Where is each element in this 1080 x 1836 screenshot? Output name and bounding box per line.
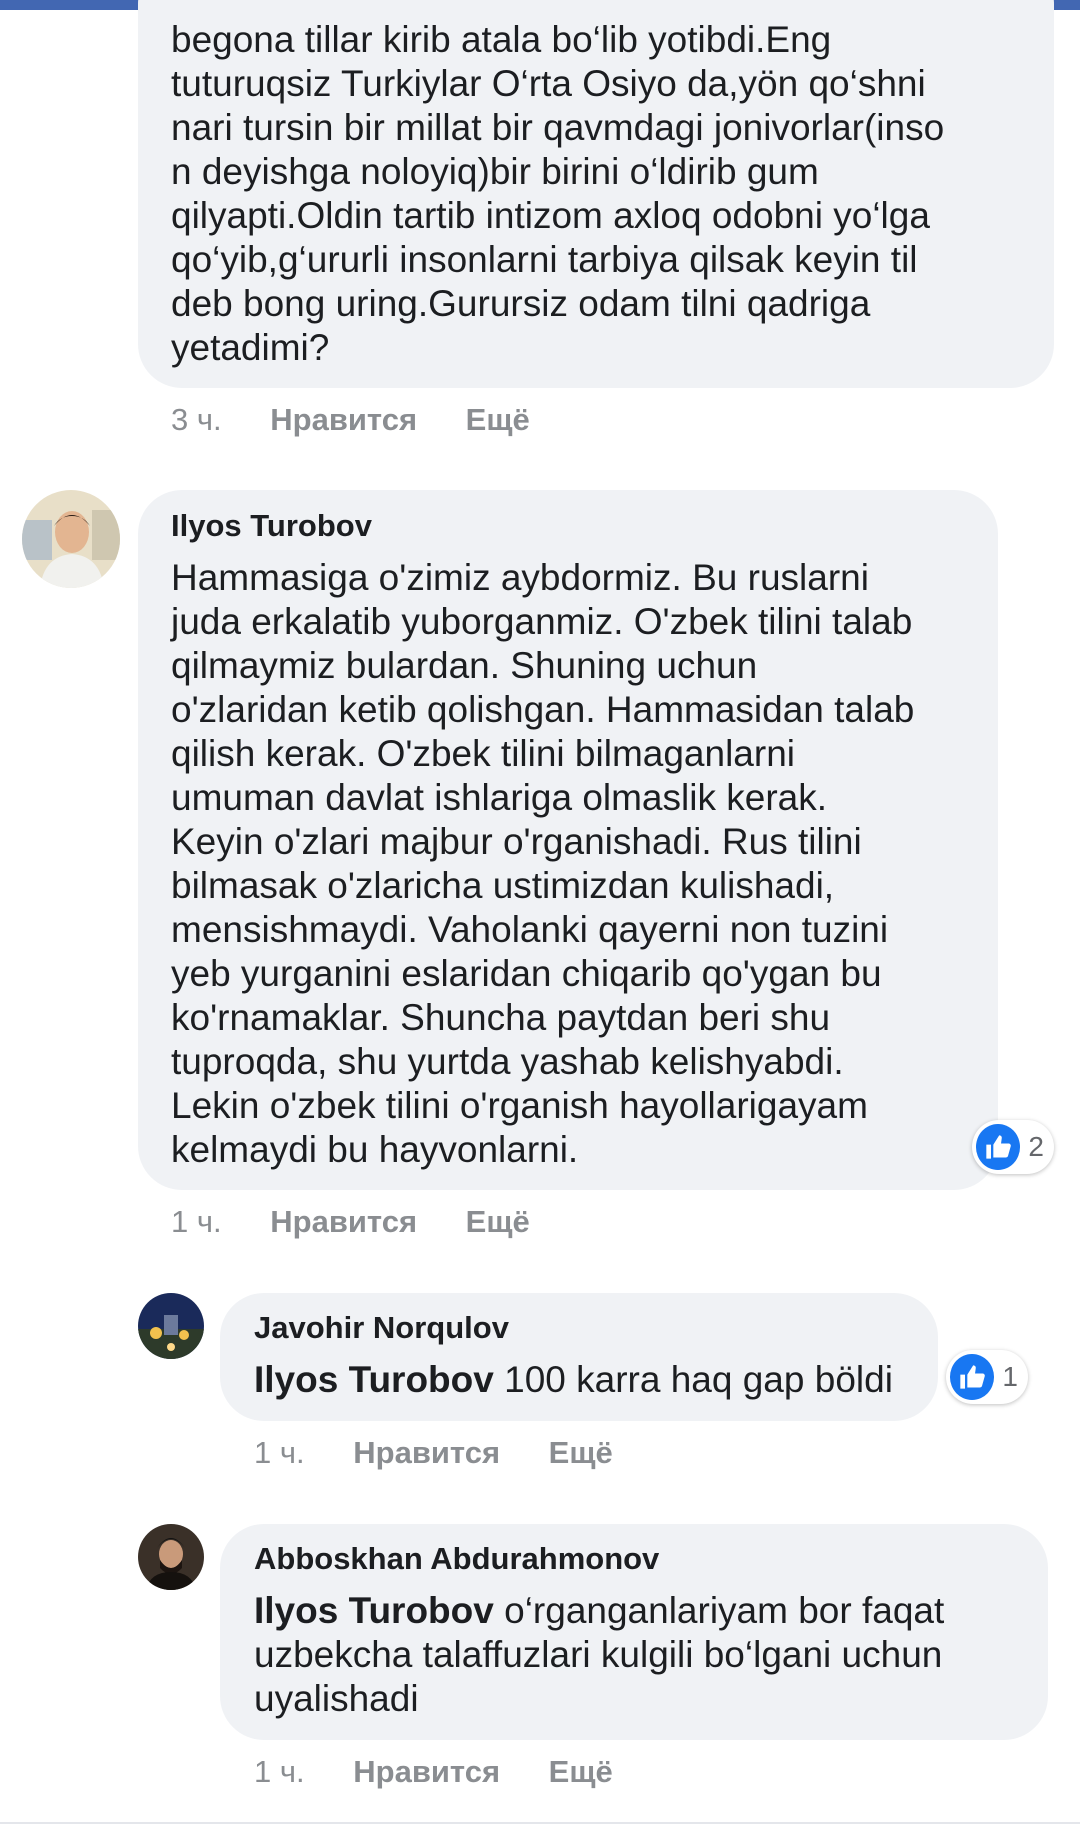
like-button[interactable]: Нравится: [353, 1754, 500, 1789]
text-line: yetadimi?: [171, 327, 330, 368]
mention-link[interactable]: Ilyos Turobov: [254, 1359, 494, 1400]
reply-text: Ilyos Turobov o‘rganganlariyam bor faqat…: [254, 1589, 1034, 1721]
text-line: n deyishga noloyiq)bir birini o‘ldirib g…: [171, 151, 819, 192]
reply-author[interactable]: Javohir Norqulov: [254, 1310, 509, 1346]
text-line: Ilyos Turobov o‘rganganlariyam bor faqat: [254, 1590, 945, 1631]
text-line: qilish kerak. O'zbek tilini bilmaganlarn…: [171, 733, 795, 774]
text-line: yeb yurganini eslaridan chiqarib qo'ygan…: [171, 953, 882, 994]
text-line: begona tillar kirib atala bo‘lib yotibdi…: [171, 19, 832, 60]
text-line: Hammasiga o'zimiz aybdormiz. Bu ruslarni: [171, 557, 869, 598]
text-line: o'zlaridan ketib qolishgan. Hammasidan t…: [171, 689, 915, 730]
more-button[interactable]: Ещё: [466, 402, 530, 437]
text-line: tuproqda, shu yurtda yashab kelishyabdi.: [171, 1041, 844, 1082]
text-line: Lekin o'zbek tilini o'rganish hayollarig…: [171, 1085, 868, 1126]
reply-actions: 1 ч. Нравится Ещё: [254, 1435, 613, 1471]
comment-text: Hammasiga o'zimiz aybdormiz. Bu ruslarni…: [171, 556, 991, 1172]
like-button[interactable]: Нравится: [270, 402, 417, 437]
reply-time[interactable]: 1 ч.: [254, 1754, 305, 1789]
reply-time[interactable]: 1 ч.: [254, 1435, 305, 1470]
avatar[interactable]: [22, 490, 120, 588]
text-line: 100 karra haq gap böldi: [493, 1359, 893, 1400]
thumbs-up-icon: [976, 1124, 1021, 1170]
reply-text: Ilyos Turobov 100 karra haq gap böldi: [254, 1358, 934, 1402]
thumbs-up-icon: [950, 1354, 995, 1400]
like-button[interactable]: Нравится: [270, 1204, 417, 1239]
more-button[interactable]: Ещё: [549, 1435, 613, 1470]
text-line: nari tursin bir millat bir qavmdagi joni…: [171, 107, 945, 148]
like-button[interactable]: Нравится: [353, 1435, 500, 1470]
avatar-image: [138, 1293, 204, 1359]
comment-actions: 1 ч. Нравится Ещё: [171, 1204, 530, 1240]
comment-text: begona tillar kirib atala bo‘lib yotibdi…: [171, 18, 1041, 370]
text-line: tuturuqsiz Turkiylar O‘rta Osiyo da,yön …: [171, 63, 926, 104]
text-line: uzbekcha talaffuzlari kulgili bo‘lgani u…: [254, 1634, 943, 1675]
comment-time[interactable]: 1 ч.: [171, 1204, 222, 1239]
text-line: qilmaymiz bulardan. Shuning uchun: [171, 645, 758, 686]
reaction-badge[interactable]: 2: [972, 1120, 1054, 1174]
text-line: qo‘yib,g‘ururli insonlarni tarbiya qilsa…: [171, 239, 918, 280]
more-button[interactable]: Ещё: [466, 1204, 530, 1239]
text-line: uyalishadi: [254, 1678, 419, 1719]
avatar-image: [22, 490, 120, 588]
text-line: kelmaydi bu hayvonlarni.: [171, 1129, 579, 1170]
text-line: Keyin o'zlari majbur o'rganishadi. Rus t…: [171, 821, 862, 862]
avatar[interactable]: [138, 1293, 204, 1359]
reply-author[interactable]: Abboskhan Abdurahmonov: [254, 1541, 659, 1577]
reply-actions: 1 ч. Нравится Ещё: [254, 1754, 613, 1790]
text-line: bilmasak o'zlaricha ustimizdan kulishadi…: [171, 865, 835, 906]
more-button[interactable]: Ещё: [549, 1754, 613, 1789]
avatar[interactable]: [138, 1524, 204, 1590]
bottom-divider: [0, 1822, 1080, 1824]
reaction-count: 2: [1028, 1131, 1044, 1162]
text-line: qilyapti.Oldin tartib intizom axloq odob…: [171, 195, 930, 236]
text-line: ko'rnamaklar. Shuncha paytdan beri shu: [171, 997, 831, 1038]
reaction-badge[interactable]: 1: [946, 1350, 1028, 1404]
reaction-count: 1: [1002, 1361, 1018, 1392]
text-line: deb bong uring.Gurursiz odam tilni qadri…: [171, 283, 871, 324]
text-line: umuman davlat ishlariga olmaslik kerak.: [171, 777, 827, 818]
text-line: mensishmaydi. Vaholanki qayerni non tuzi…: [171, 909, 889, 950]
comment-actions: 3 ч. Нравится Ещё: [171, 402, 530, 438]
text-line: juda erkalatib yuborganmiz. O'zbek tilin…: [171, 601, 913, 642]
comment-time[interactable]: 3 ч.: [171, 402, 222, 437]
comment-author[interactable]: Ilyos Turobov: [171, 508, 372, 544]
mention-link[interactable]: Ilyos Turobov: [254, 1590, 494, 1631]
avatar-image: [138, 1524, 204, 1590]
